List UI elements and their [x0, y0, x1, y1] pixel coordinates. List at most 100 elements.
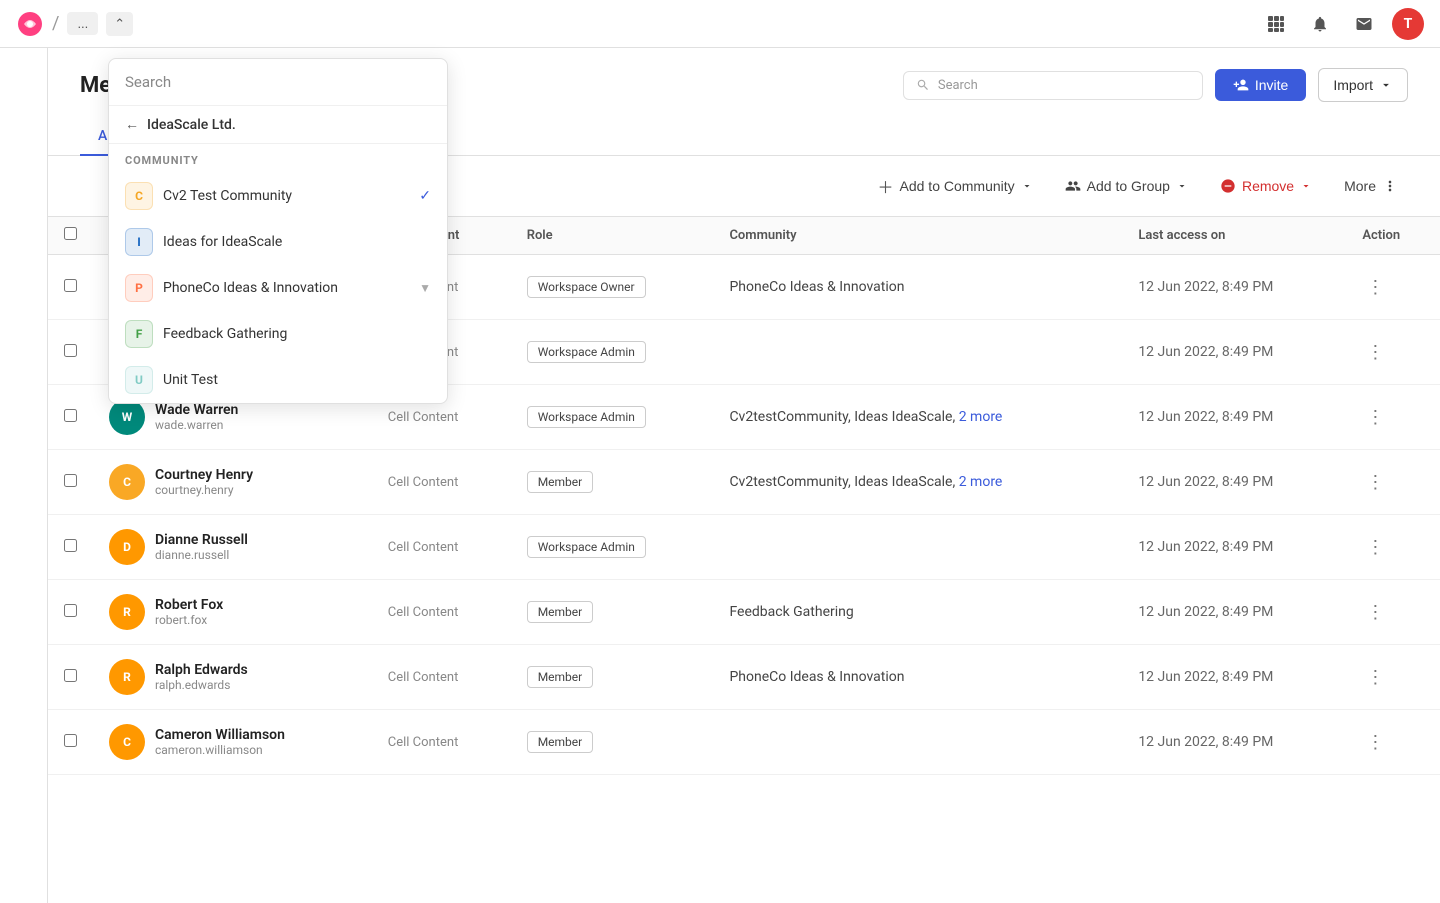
- import-button[interactable]: Import: [1318, 68, 1408, 102]
- member-cell: R Robert Fox robert.fox: [93, 580, 372, 645]
- member-info: Courtney Henry courtney.henry: [155, 467, 253, 497]
- dropdown-item-label: Unit Test: [163, 372, 431, 388]
- back-arrow-icon: ←: [125, 116, 139, 133]
- dropdown-item[interactable]: U Unit Test: [109, 357, 447, 403]
- dropdown-item[interactable]: I Ideas for IdeaScale: [109, 219, 447, 265]
- community-more-link[interactable]: 2 more: [959, 409, 1003, 425]
- action-cell: ⋮: [1346, 450, 1440, 515]
- action-cell: ⋮: [1346, 580, 1440, 645]
- row-action-button[interactable]: ⋮: [1362, 338, 1388, 367]
- table-row: C Courtney Henry courtney.henry Cell Con…: [48, 450, 1440, 515]
- invite-button[interactable]: Invite: [1215, 69, 1306, 101]
- last-access-cell: 12 Jun 2022, 8:49 PM: [1122, 385, 1346, 450]
- select-all-checkbox[interactable]: [64, 227, 77, 240]
- user-avatar[interactable]: T: [1392, 8, 1424, 40]
- row-checkbox[interactable]: [64, 474, 77, 487]
- row-action-button[interactable]: ⋮: [1362, 273, 1388, 302]
- dropdown-back-label: IdeaScale Ltd.: [147, 117, 236, 133]
- bell-icon-btn[interactable]: [1304, 8, 1336, 40]
- add-to-group-button[interactable]: Add to Group: [1055, 172, 1198, 200]
- row-checkbox[interactable]: [64, 734, 77, 747]
- apps-icon: [1267, 15, 1285, 33]
- expand-arrow-icon: ▼: [419, 281, 431, 295]
- row-checkbox[interactable]: [64, 344, 77, 357]
- dropdown-item-label: Cv2 Test Community: [163, 188, 409, 204]
- row-checkbox-cell: [48, 320, 93, 385]
- row-checkbox-cell: [48, 710, 93, 775]
- action-cell: ⋮: [1346, 320, 1440, 385]
- top-nav: / ... ⌃ T: [0, 0, 1440, 48]
- community-more-link[interactable]: 2 more: [959, 474, 1003, 490]
- dropdown-item[interactable]: C Cv2 Test Community ✓: [109, 173, 447, 219]
- row-checkbox[interactable]: [64, 669, 77, 682]
- row-action-button[interactable]: ⋮: [1362, 403, 1388, 432]
- role-badge: Member: [527, 601, 594, 623]
- last-access-cell: 12 Jun 2022, 8:49 PM: [1122, 580, 1346, 645]
- nav-arrows-btn[interactable]: ⌃: [106, 12, 133, 36]
- more-button[interactable]: More: [1334, 172, 1408, 200]
- community-cell: Feedback Gathering: [713, 580, 1122, 645]
- member-name: Dianne Russell: [155, 532, 248, 548]
- row-action-button[interactable]: ⋮: [1362, 598, 1388, 627]
- member-username: courtney.henry: [155, 483, 253, 497]
- add-to-community-button[interactable]: ＋ Add to Community: [867, 168, 1042, 204]
- mail-icon: [1355, 15, 1373, 33]
- mail-icon-btn[interactable]: [1348, 8, 1380, 40]
- remove-button[interactable]: Remove: [1210, 172, 1322, 200]
- role-cell: Member: [511, 580, 714, 645]
- table-row: D Dianne Russell dianne.russell Cell Con…: [48, 515, 1440, 580]
- member-avatar: C: [109, 464, 145, 500]
- table-row: C Cameron Williamson cameron.williamson …: [48, 710, 1440, 775]
- action-cell: ⋮: [1346, 385, 1440, 450]
- row-checkbox[interactable]: [64, 409, 77, 422]
- community-cell: Cv2testCommunity, Ideas IdeaScale, 2 mor…: [713, 385, 1122, 450]
- row-action-button[interactable]: ⋮: [1362, 728, 1388, 757]
- member-cell: C Courtney Henry courtney.henry: [93, 450, 372, 515]
- apps-icon-btn[interactable]: [1260, 8, 1292, 40]
- row-checkbox[interactable]: [64, 279, 77, 292]
- nav-right: T: [1260, 8, 1424, 40]
- row-checkbox-cell: [48, 255, 93, 320]
- invite-icon: [1233, 77, 1249, 93]
- chevron-down-icon2: [1176, 180, 1188, 192]
- plus-icon: ＋: [877, 174, 893, 198]
- member-avatar: R: [109, 659, 145, 695]
- search-input[interactable]: Search: [903, 71, 1203, 100]
- row-checkbox[interactable]: [64, 604, 77, 617]
- row-checkbox[interactable]: [64, 539, 77, 552]
- remove-icon: [1220, 178, 1236, 194]
- member-cell: R Ralph Edwards ralph.edwards: [93, 645, 372, 710]
- row-action-button[interactable]: ⋮: [1362, 533, 1388, 562]
- member-info: Cameron Williamson cameron.williamson: [155, 727, 285, 757]
- row-checkbox-cell: [48, 450, 93, 515]
- dropdown-item[interactable]: F Feedback Gathering: [109, 311, 447, 357]
- dropdown-item[interactable]: P PhoneCo Ideas & Innovation ▼: [109, 265, 447, 311]
- check-icon: ✓: [419, 188, 431, 204]
- action-cell: ⋮: [1346, 645, 1440, 710]
- th-community: Community: [713, 217, 1122, 255]
- member-username: robert.fox: [155, 613, 223, 627]
- community-cell: PhoneCo Ideas & Innovation: [713, 645, 1122, 710]
- last-access-cell: 12 Jun 2022, 8:49 PM: [1122, 450, 1346, 515]
- role-cell: Workspace Admin: [511, 385, 714, 450]
- member-info: Ralph Edwards ralph.edwards: [155, 662, 248, 692]
- member-cell: C Cameron Williamson cameron.williamson: [93, 710, 372, 775]
- last-access-cell: 12 Jun 2022, 8:49 PM: [1122, 645, 1346, 710]
- dropdown-item-icon: U: [125, 366, 153, 394]
- table-row: R Robert Fox robert.fox Cell Content Mem…: [48, 580, 1440, 645]
- action-cell: ⋮: [1346, 255, 1440, 320]
- remove-label: Remove: [1242, 178, 1294, 194]
- last-access-cell: 12 Jun 2022, 8:49 PM: [1122, 320, 1346, 385]
- chevron-down-icon3: [1300, 180, 1312, 192]
- breadcrumb-btn[interactable]: ...: [67, 12, 98, 35]
- member-name: Ralph Edwards: [155, 662, 248, 678]
- community-cell: [713, 515, 1122, 580]
- row-action-button[interactable]: ⋮: [1362, 663, 1388, 692]
- role-cell: Workspace Admin: [511, 515, 714, 580]
- dropdown-back-item[interactable]: ← IdeaScale Ltd.: [109, 106, 447, 144]
- community-dropdown[interactable]: Search ← IdeaScale Ltd. COMMUNITY C Cv2 …: [108, 58, 448, 404]
- member-name: Wade Warren: [155, 402, 238, 418]
- community-cell: PhoneCo Ideas & Innovation: [713, 255, 1122, 320]
- row-action-button[interactable]: ⋮: [1362, 468, 1388, 497]
- chevron-down-icon: [1021, 180, 1033, 192]
